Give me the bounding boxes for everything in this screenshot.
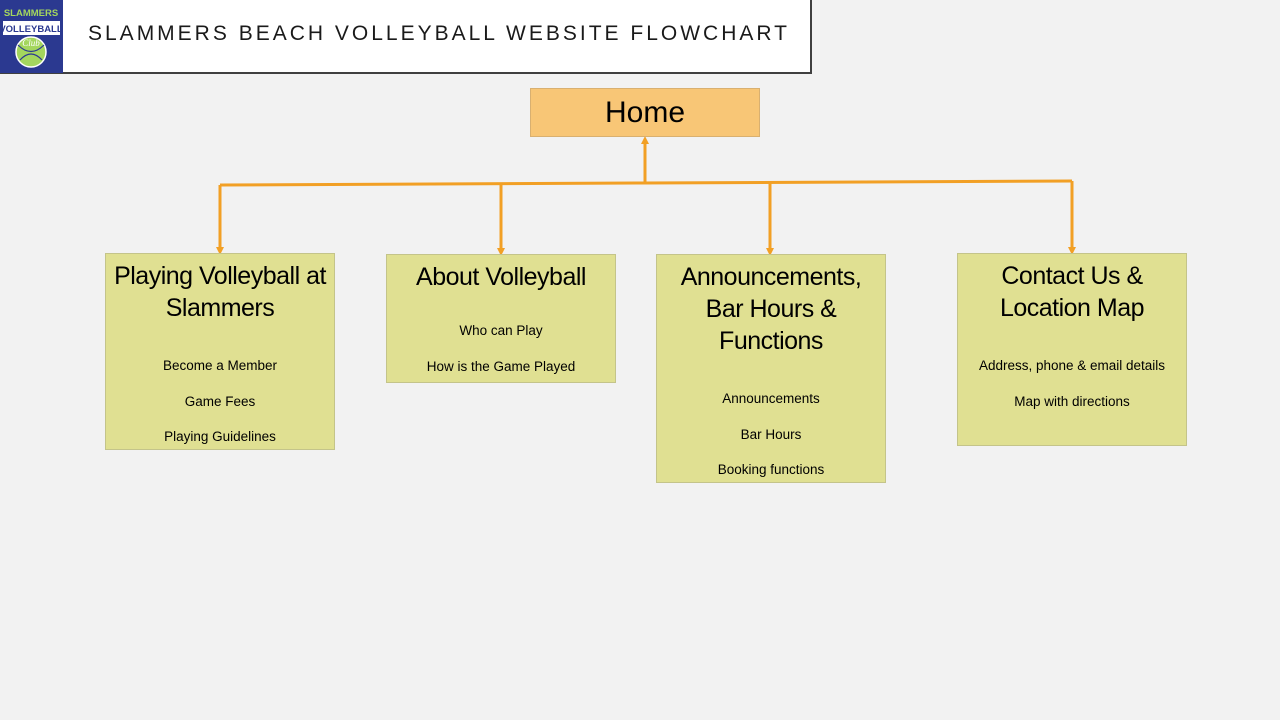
node-contact-us: Contact Us & Location Map Address, phone…: [957, 253, 1187, 446]
node-playing-volleyball: Playing Volleyball at Slammers Become a …: [105, 253, 335, 450]
node-item: Become a Member: [162, 358, 278, 373]
node-item: Game Fees: [184, 393, 256, 409]
node-title: Announcements, Bar Hours & Functions: [680, 263, 862, 355]
node-title: Contact Us & Location Map: [999, 262, 1145, 322]
node-item: Playing Guidelines: [164, 429, 276, 444]
node-item: How is the Game Played: [426, 358, 576, 374]
node-title: Playing Volleyball at Slammers: [114, 262, 326, 322]
home-node: Home: [530, 88, 760, 137]
node-item: Bar Hours: [740, 426, 802, 442]
node-item: Who can Play: [459, 323, 543, 338]
connector-trunk: [219, 179, 1073, 187]
node-item: Booking functions: [717, 462, 825, 477]
node-title: About Volleyball: [416, 263, 586, 291]
node-item: Address, phone & email details: [978, 358, 1166, 373]
node-item: Announcements: [722, 391, 820, 406]
node-announcements: Announcements, Bar Hours & Functions Ann…: [656, 254, 886, 483]
node-item: Map with directions: [1014, 393, 1130, 409]
node-about-volleyball: About Volleyball Who can Play How is the…: [386, 254, 616, 383]
